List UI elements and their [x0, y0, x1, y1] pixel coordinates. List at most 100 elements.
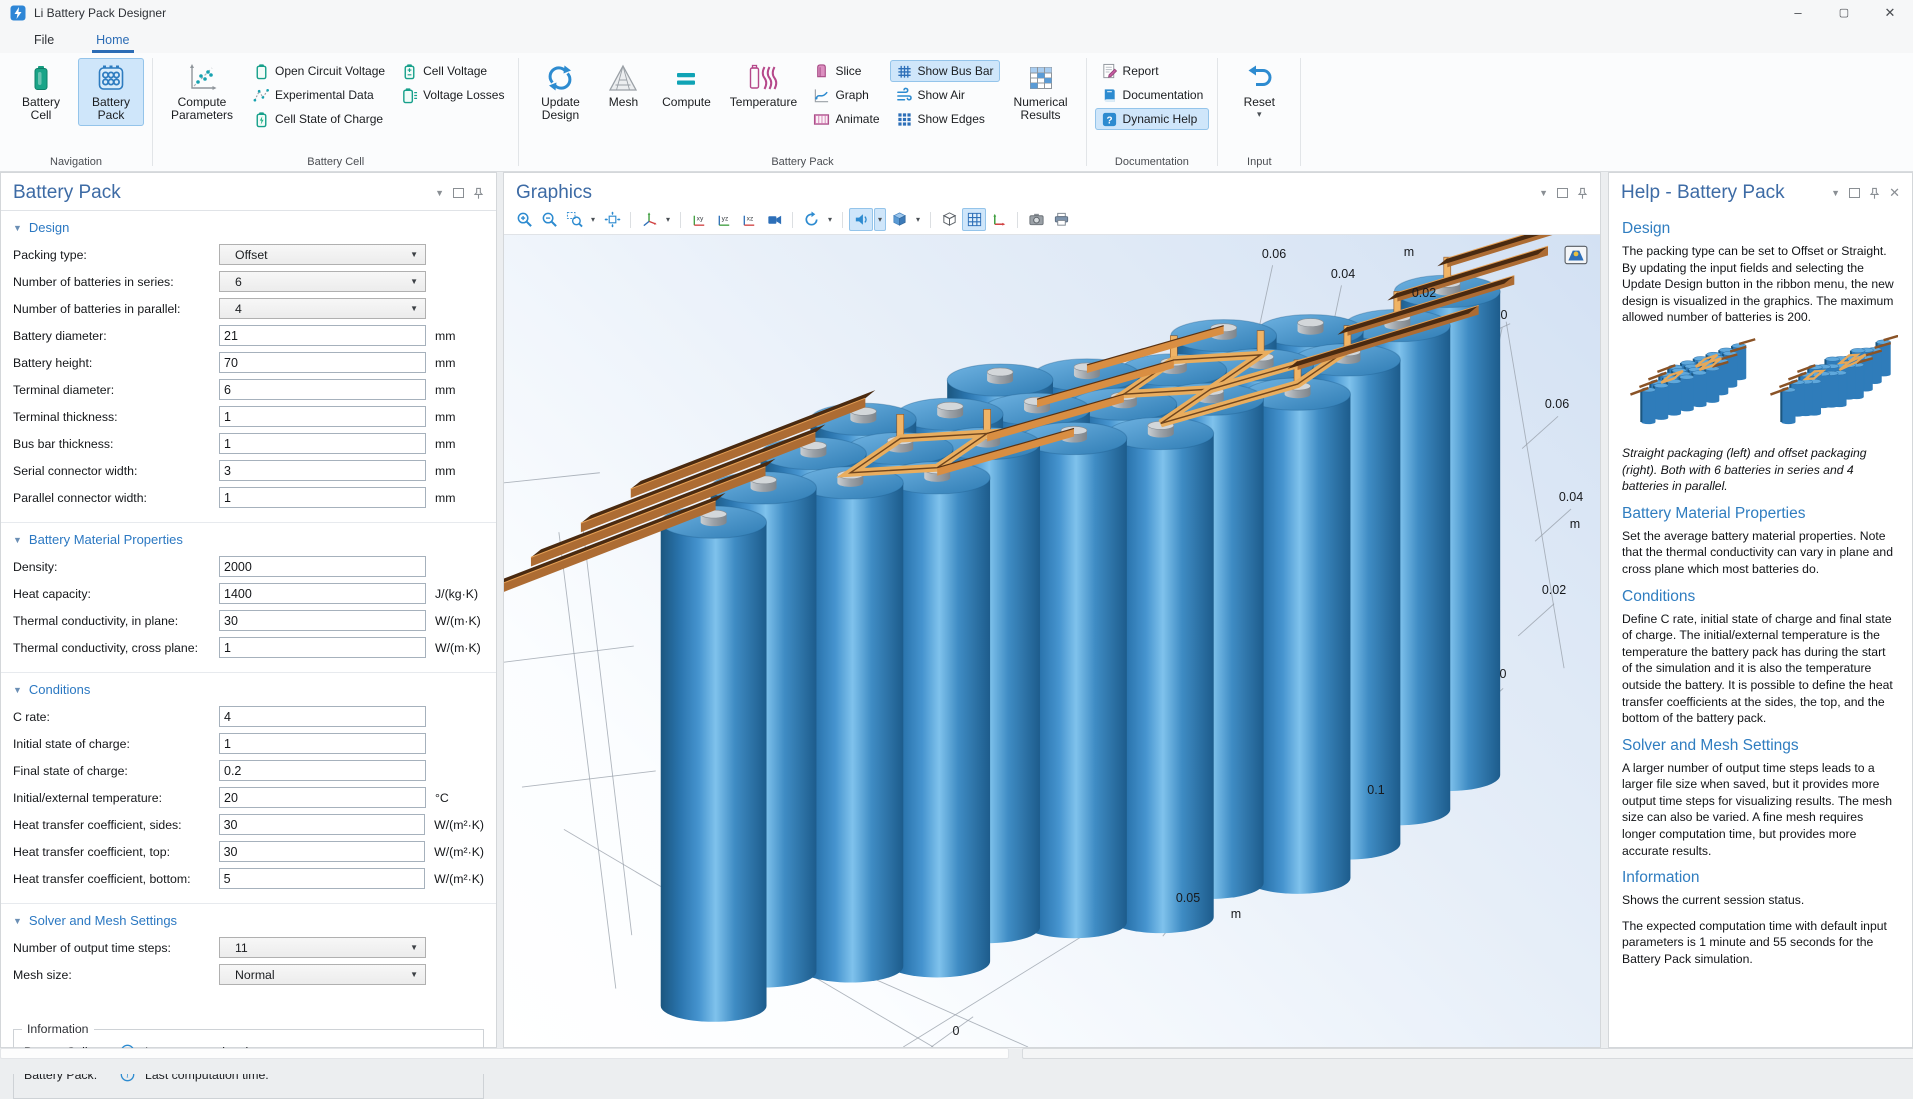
go-to-view-button[interactable] — [637, 208, 661, 231]
cell-state-of-charge-button[interactable]: Cell State of Charge — [247, 108, 391, 130]
field-select[interactable]: Offset▼ — [219, 244, 426, 265]
minimize-button[interactable]: – — [1775, 0, 1821, 26]
field-input[interactable] — [219, 379, 426, 400]
float-panel-icon[interactable] — [1849, 188, 1860, 198]
scene-light-dropdown-caret[interactable]: ▾ — [912, 208, 924, 231]
view-xy-button[interactable] — [687, 208, 711, 231]
field-label: Mesh size: — [13, 968, 219, 982]
reset-button[interactable]: Reset ▾ — [1226, 58, 1292, 120]
numerical-results-button[interactable]: Numerical Results — [1004, 58, 1078, 126]
field-select[interactable]: 6▼ — [219, 271, 426, 292]
section-header[interactable]: ▼Design — [13, 216, 484, 244]
view-yz-button[interactable] — [712, 208, 736, 231]
field-input[interactable] — [219, 706, 426, 727]
field-input[interactable] — [219, 610, 426, 631]
tab-file[interactable]: File — [30, 29, 58, 53]
open-circuit-voltage-button[interactable]: Open Circuit Voltage — [247, 60, 391, 82]
zoom-extents-button[interactable] — [600, 208, 624, 231]
field-input[interactable] — [219, 583, 426, 604]
pin-icon[interactable] — [1577, 187, 1588, 200]
field-input[interactable] — [219, 637, 426, 658]
ribbon-group-battery-pack: Update Design Mesh Compute Temperature S… — [519, 53, 1085, 171]
cell-voltage-label: Cell Voltage — [423, 64, 487, 78]
compute-button[interactable]: Compute — [653, 58, 719, 112]
cell-voltage-button[interactable]: Cell Voltage — [395, 60, 510, 82]
settings-section: ▼ConditionsC rate:Initial state of charg… — [1, 673, 496, 904]
field-input[interactable] — [219, 460, 426, 481]
section-header[interactable]: ▼Solver and Mesh Settings — [13, 909, 484, 937]
toolbar-separator — [630, 212, 631, 228]
scene-light-button[interactable] — [887, 208, 911, 231]
close-button[interactable]: ✕ — [1867, 0, 1913, 26]
graph-button[interactable]: Graph — [807, 84, 885, 106]
axis-tick-label: 0.02 — [1542, 583, 1566, 597]
compute-label: Compute — [662, 96, 711, 109]
reset-dropdown-caret[interactable]: ▾ — [1257, 112, 1262, 117]
wireframe-button[interactable] — [937, 208, 961, 231]
tab-home[interactable]: Home — [92, 29, 133, 53]
battery-cell-button[interactable]: Battery Cell — [8, 58, 74, 126]
field-input[interactable] — [219, 325, 426, 346]
field-input[interactable] — [219, 733, 426, 754]
pin-icon[interactable] — [1869, 187, 1880, 200]
float-panel-icon[interactable] — [453, 188, 464, 198]
zoom-box-button[interactable] — [562, 208, 586, 231]
snapshot-button[interactable] — [1024, 208, 1048, 231]
experimental-data-button[interactable]: Experimental Data — [247, 84, 391, 106]
show-grid-button[interactable] — [962, 208, 986, 231]
field-select[interactable]: 11▼ — [219, 937, 426, 958]
perspective-button[interactable] — [762, 208, 786, 231]
field-input[interactable] — [219, 814, 426, 835]
default-view-icon[interactable] — [1564, 245, 1588, 265]
field-input[interactable] — [219, 760, 426, 781]
zoom-in-button[interactable] — [512, 208, 536, 231]
battery-pack-button[interactable]: Battery Pack — [78, 58, 144, 126]
show-air-button[interactable]: Show Air — [890, 84, 1000, 106]
show-edges-button[interactable]: Show Edges — [890, 108, 1000, 130]
mesh-button[interactable]: Mesh — [597, 58, 649, 112]
print-button[interactable] — [1049, 208, 1073, 231]
go-to-view-dropdown-caret[interactable]: ▾ — [662, 208, 674, 231]
panel-menu-icon[interactable]: ▼ — [1831, 188, 1840, 198]
show-bus-bar-button[interactable]: Show Bus Bar — [890, 60, 1000, 82]
compute-parameters-button[interactable]: Compute Parameters — [161, 58, 243, 126]
graphics-canvas[interactable]: 0.060.04m0.0200.060.04m0.0200.10.05m0 — [504, 234, 1600, 1047]
temperature-button[interactable]: Temperature — [723, 58, 803, 112]
field-select[interactable]: 4▼ — [219, 298, 426, 319]
dynamic-help-button[interactable]: Dynamic Help — [1095, 108, 1210, 130]
form-row: Heat transfer coefficient, top:W/(m²·K) — [13, 841, 484, 862]
field-input[interactable] — [219, 787, 426, 808]
field-input[interactable] — [219, 406, 426, 427]
animate-button[interactable]: Animate — [807, 108, 885, 130]
field-input[interactable] — [219, 352, 426, 373]
close-panel-icon[interactable]: ✕ — [1889, 188, 1900, 198]
field-select[interactable]: Normal▼ — [219, 964, 426, 985]
update-design-button[interactable]: Update Design — [527, 58, 593, 126]
battery-pack-icon — [96, 63, 126, 93]
panel-menu-icon[interactable]: ▼ — [1539, 188, 1548, 198]
voltage-losses-button[interactable]: Voltage Losses — [395, 84, 510, 106]
float-panel-icon[interactable] — [1557, 188, 1568, 198]
section-header[interactable]: ▼Conditions — [13, 678, 484, 706]
pin-icon[interactable] — [473, 187, 484, 200]
view-xz-button[interactable] — [737, 208, 761, 231]
rotate-button[interactable] — [799, 208, 823, 231]
zoom-out-button[interactable] — [537, 208, 561, 231]
field-input[interactable] — [219, 841, 426, 862]
section-header[interactable]: ▼Battery Material Properties — [13, 528, 484, 556]
rotate-dropdown-caret[interactable]: ▾ — [824, 208, 836, 231]
report-button[interactable]: Report — [1095, 60, 1210, 82]
field-input[interactable] — [219, 868, 426, 889]
show-axis-orientation-button[interactable] — [987, 208, 1011, 231]
panel-menu-icon[interactable]: ▼ — [435, 188, 444, 198]
field-input[interactable] — [219, 433, 426, 454]
documentation-button[interactable]: Documentation — [1095, 84, 1210, 106]
field-input[interactable] — [219, 556, 426, 577]
transparency-button[interactable] — [849, 208, 873, 231]
transparency-dropdown-caret[interactable]: ▾ — [874, 208, 886, 231]
field-input[interactable] — [219, 487, 426, 508]
form-row: Thermal conductivity, cross plane:W/(m·K… — [13, 637, 484, 658]
zoom-box-dropdown-caret[interactable]: ▾ — [587, 208, 599, 231]
maximize-button[interactable]: ▢ — [1821, 0, 1867, 26]
slice-button[interactable]: Slice — [807, 60, 885, 82]
